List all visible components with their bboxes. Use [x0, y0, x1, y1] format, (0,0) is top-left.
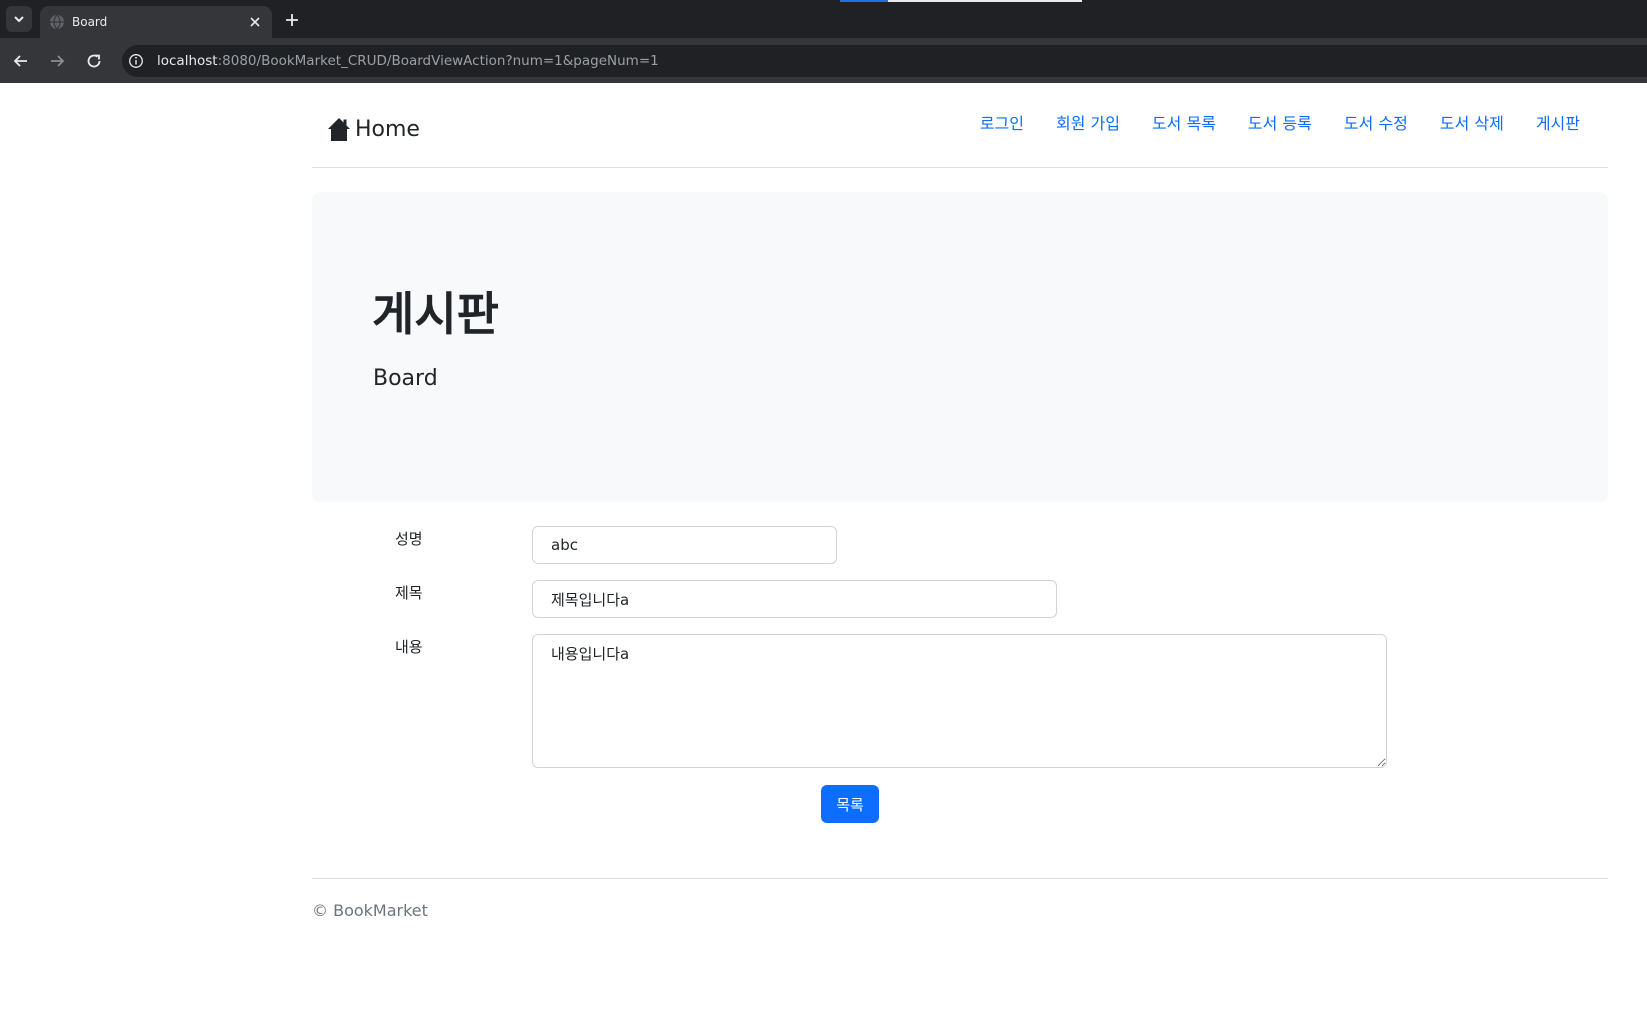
footer-copyright: © BookMarket: [312, 901, 428, 920]
loading-indicator-accent: [840, 0, 888, 2]
home-brand-link[interactable]: Home: [325, 114, 420, 144]
reload-icon[interactable]: [83, 50, 105, 72]
page-subtitle: Board: [373, 366, 438, 391]
tab-search-icon: [14, 16, 24, 23]
name-label: 성명: [395, 530, 423, 548]
address-bar[interactable]: localhost:8080/BookMarket_CRUD/BoardView…: [122, 45, 1647, 77]
globe-icon: [50, 14, 64, 30]
subject-field[interactable]: [532, 580, 1057, 618]
page-title: 게시판: [372, 287, 499, 341]
url-host: localhost: [157, 53, 218, 69]
site-footer: © BookMarket: [312, 878, 1608, 938]
nav-login[interactable]: 로그인: [980, 112, 1024, 136]
back-arrow-icon[interactable]: [10, 50, 32, 72]
tab-close-button[interactable]: [246, 13, 264, 31]
url-text[interactable]: localhost:8080/BookMarket_CRUD/BoardView…: [157, 53, 659, 69]
subject-label: 제목: [395, 584, 423, 602]
tab-search-button[interactable]: [6, 6, 32, 32]
page-content: Home 로그인 회원 가입 도서 목록 도서 등록 도서 수정 도서 삭제 게…: [0, 83, 1647, 1009]
name-field[interactable]: [532, 526, 837, 564]
content-label: 내용: [395, 638, 423, 656]
new-tab-button[interactable]: [282, 10, 302, 30]
browser-toolbar: localhost:8080/BookMarket_CRUD/BoardView…: [0, 38, 1647, 83]
nav-book-edit[interactable]: 도서 수정: [1344, 112, 1408, 136]
info-icon[interactable]: [128, 53, 144, 69]
list-button[interactable]: 목록: [821, 785, 879, 823]
page-container: Home 로그인 회원 가입 도서 목록 도서 등록 도서 수정 도서 삭제 게…: [312, 83, 1608, 1009]
tab-title: Board: [72, 15, 108, 29]
house-icon: [328, 118, 350, 141]
nav-book-list[interactable]: 도서 목록: [1152, 112, 1216, 136]
main-nav: 로그인 회원 가입 도서 목록 도서 등록 도서 수정 도서 삭제 게시판: [948, 112, 1580, 136]
nav-book-delete[interactable]: 도서 삭제: [1440, 112, 1504, 136]
browser-tab[interactable]: Board: [40, 6, 272, 38]
forward-arrow-icon[interactable]: [46, 50, 68, 72]
nav-book-add[interactable]: 도서 등록: [1248, 112, 1312, 136]
brand-text: Home: [355, 116, 420, 142]
nav-board[interactable]: 게시판: [1536, 112, 1580, 136]
site-header: Home 로그인 회원 가입 도서 목록 도서 등록 도서 수정 도서 삭제 게…: [312, 83, 1608, 168]
jumbotron: 게시판 Board: [312, 192, 1608, 502]
plus-icon: [286, 14, 298, 26]
url-path: :8080/BookMarket_CRUD/BoardViewAction?nu…: [217, 53, 659, 69]
close-icon: [250, 17, 260, 27]
nav-signup[interactable]: 회원 가입: [1056, 112, 1120, 136]
browser-tabstrip: Board: [0, 0, 1647, 38]
content-textarea[interactable]: 내용입니다a: [532, 634, 1387, 768]
